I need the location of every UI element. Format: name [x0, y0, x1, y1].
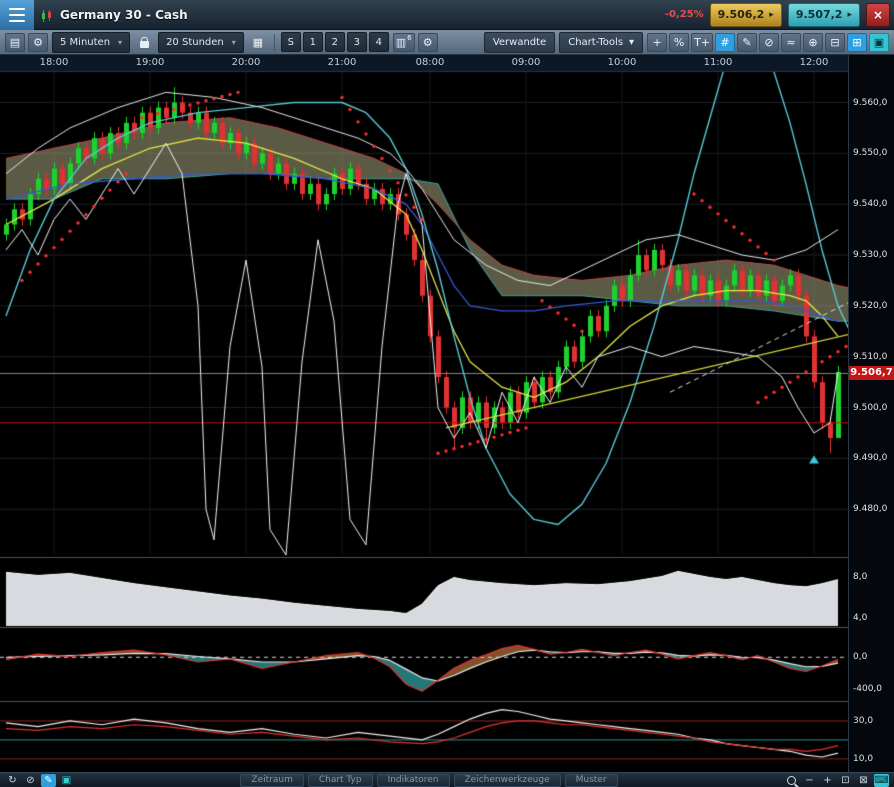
select-area-icon[interactable]: ⊠: [856, 774, 871, 787]
refresh-icon[interactable]: ↻: [5, 774, 20, 787]
layers-icon[interactable]: ▣: [59, 774, 74, 787]
fit-chart-icon[interactable]: ⊡: [838, 774, 853, 787]
time-tick-label: 08:00: [414, 57, 446, 68]
close-button[interactable]: ×: [866, 3, 890, 27]
percent-scale-icon[interactable]: %: [669, 33, 689, 52]
draw-tool-icon[interactable]: ✎: [737, 33, 757, 52]
grid-toggle-icon[interactable]: #: [715, 33, 735, 52]
period-button-3[interactable]: 3: [347, 32, 367, 52]
menu-button[interactable]: [0, 0, 34, 30]
lock-icon[interactable]: [134, 33, 154, 52]
disable-drawings-icon[interactable]: ⊘: [23, 774, 38, 787]
price-tick-label: 9.560,0: [853, 98, 887, 108]
price-tick-label: 9.500,0: [853, 403, 887, 413]
new-window-icon[interactable]: ⊞: [847, 33, 867, 52]
window-title: Germany 30 - Cash: [60, 8, 188, 22]
panel-tick-label: 10,0: [853, 754, 873, 764]
keyboard-icon[interactable]: ⌨: [874, 774, 889, 787]
settings-gear-icon[interactable]: ⚙: [28, 33, 48, 52]
period-button-s[interactable]: S: [281, 32, 301, 52]
timeframe-select[interactable]: 5 Minuten ▾: [52, 32, 130, 53]
price-tick-label: 9.540,0: [853, 199, 887, 209]
current-price-label: 9.506,7: [849, 366, 894, 380]
chevron-down-icon: ▾: [232, 38, 236, 47]
chevron-down-icon: ▾: [118, 38, 122, 47]
panel-tick-label: -400,0: [853, 684, 882, 694]
bottom-button-zeichenwerkzeuge[interactable]: Zeichenwerkzeuge: [454, 774, 561, 787]
trading-chart-window: Germany 30 - Cash -0,25% 9.506,2 ▸ 9.507…: [0, 0, 894, 787]
price-tick-label: 9.550,0: [853, 148, 887, 158]
bar-style-icon[interactable]: ▥6: [393, 33, 415, 52]
split-view-icon[interactable]: ⊟: [825, 33, 845, 52]
time-tick-label: 09:00: [510, 57, 542, 68]
chart-area: 9.560,0 9.550,0 9.540,0 9.530,0 9.520,0 9.510…: [0, 55, 894, 772]
period-button-2[interactable]: 2: [325, 32, 345, 52]
panel-tick-label: 8,0: [853, 572, 867, 582]
snapshot-icon[interactable]: ▣: [869, 33, 889, 52]
price-axis[interactable]: 9.560,0 9.550,0 9.540,0 9.530,0 9.520,0 9.510…: [848, 55, 894, 772]
zoom-icon[interactable]: [784, 774, 799, 787]
verwandte-label: Verwandte: [493, 37, 546, 48]
time-tick-label: 12:00: [798, 57, 830, 68]
panels-icon[interactable]: ▤: [5, 33, 25, 52]
sell-price-button[interactable]: 9.506,2 ▸: [710, 3, 782, 27]
range-select[interactable]: 20 Stunden ▾: [158, 32, 244, 53]
panel-tick-label: 0,0: [853, 652, 867, 662]
price-tick-label: 9.520,0: [853, 301, 887, 311]
time-tick-label: 18:00: [38, 57, 70, 68]
bottom-button-indikatoren[interactable]: Indikatoren: [377, 774, 450, 787]
chart-settings-icon[interactable]: ⚙: [418, 33, 438, 52]
panel-tick-label: 30,0: [853, 716, 873, 726]
buy-price-value: 9.507,2: [796, 8, 843, 21]
toolbar-separator: [274, 34, 275, 51]
bottom-toolbar: ↻⊘✎▣ Zeitraum Chart Typ Indikatoren Zeichen…: [0, 772, 894, 787]
price-chart-canvas[interactable]: [0, 55, 848, 772]
chart-tools-select[interactable]: Chart-Tools ▾: [559, 32, 643, 53]
sell-arrow-icon: ▸: [769, 10, 774, 20]
chart-tools-label: Chart-Tools: [568, 37, 623, 48]
verwandte-button[interactable]: Verwandte: [484, 32, 555, 53]
zoom-in-icon[interactable]: +: [820, 774, 835, 787]
period-button-4[interactable]: 4: [369, 32, 389, 52]
title-bar: Germany 30 - Cash -0,25% 9.506,2 ▸ 9.507…: [0, 0, 894, 30]
calendar-icon[interactable]: ▦: [248, 33, 268, 52]
time-tick-label: 11:00: [702, 57, 734, 68]
time-tick-label: 21:00: [326, 57, 358, 68]
crosshair-icon[interactable]: +: [647, 33, 667, 52]
zoom-out-icon[interactable]: −: [802, 774, 817, 787]
time-tick-label: 19:00: [134, 57, 166, 68]
range-value: 20 Stunden: [166, 37, 224, 48]
buy-arrow-icon: ▸: [847, 10, 852, 20]
time-tick-label: 20:00: [230, 57, 262, 68]
indicator-icon[interactable]: ≈: [781, 33, 801, 52]
period-button-1[interactable]: 1: [303, 32, 323, 52]
eraser-icon[interactable]: ⊘: [759, 33, 779, 52]
sell-price-value: 9.506,2: [718, 8, 765, 21]
badge-count: 6: [407, 34, 411, 42]
price-tick-label: 9.510,0: [853, 352, 887, 362]
price-tick-label: 9.480,0: [853, 504, 887, 514]
chevron-down-icon: ▾: [629, 37, 634, 48]
compare-icon[interactable]: ⊕: [803, 33, 823, 52]
buy-price-button[interactable]: 9.507,2 ▸: [788, 3, 860, 27]
instrument-chart-icon: [40, 8, 54, 22]
draw-pencil-icon[interactable]: ✎: [41, 774, 56, 787]
panel-tick-label: 4,0: [853, 613, 867, 623]
price-tick-label: 9.530,0: [853, 250, 887, 260]
chart-toolbar: ▤⚙ 5 Minuten ▾ 20 Stunden ▾ ▦ S1234 ▥6⚙ …: [0, 30, 894, 55]
text-tool-icon[interactable]: T+: [691, 33, 713, 52]
bottom-button-chart-typ[interactable]: Chart Typ: [308, 774, 373, 787]
bottom-button-zeitraum[interactable]: Zeitraum: [240, 774, 303, 787]
timeframe-value: 5 Minuten: [60, 37, 110, 48]
bottom-button-muster[interactable]: Muster: [565, 774, 618, 787]
time-tick-label: 10:00: [606, 57, 638, 68]
change-percent: -0,25%: [665, 9, 704, 20]
price-tick-label: 9.490,0: [853, 453, 887, 463]
